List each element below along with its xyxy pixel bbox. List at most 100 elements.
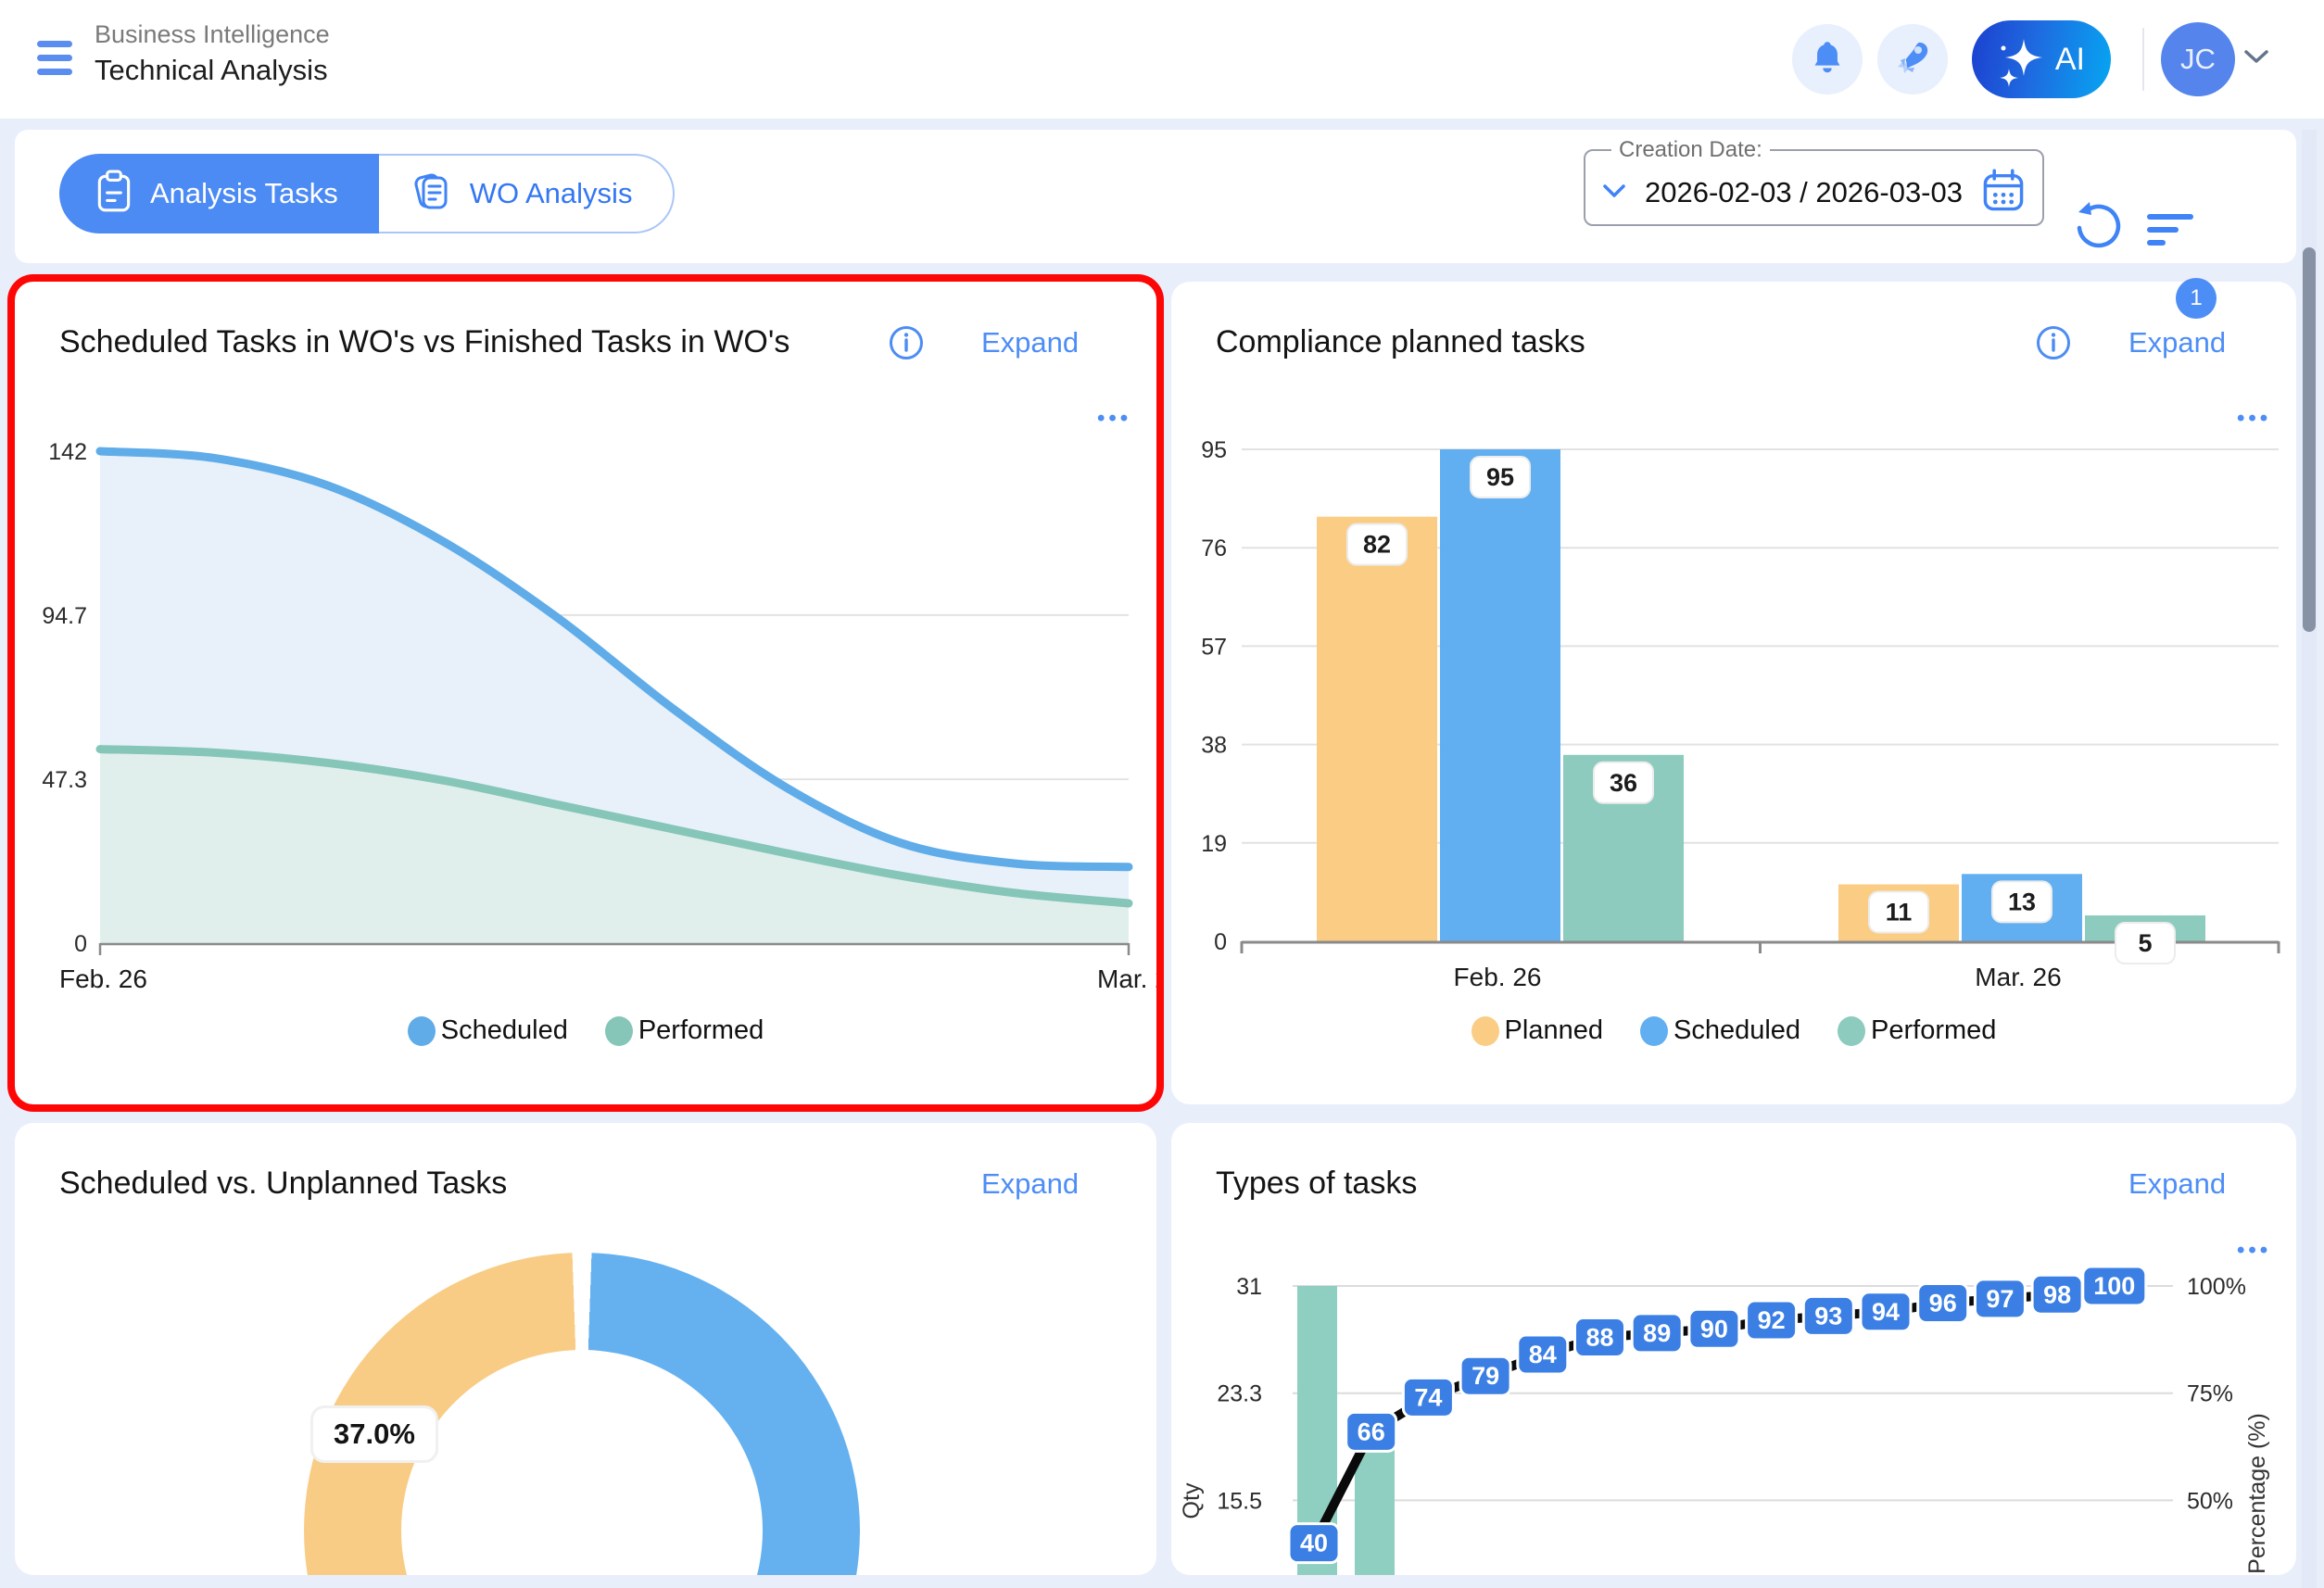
legend-dot-icon	[1640, 1016, 1668, 1046]
svg-text:76: 76	[1201, 536, 1227, 561]
creation-date-value[interactable]: 2026-02-03 / 2026-03-03	[1626, 176, 1981, 209]
svg-text:47.3: 47.3	[42, 767, 87, 793]
chart-legend: Planned Scheduled Performed	[1171, 1015, 2296, 1046]
legend-item[interactable]: Planned	[1471, 1015, 1603, 1046]
pareto-chart: 31100%23.375%15.550%QtyPercentage (%)406…	[1171, 1123, 2296, 1575]
chart-legend: Scheduled Performed	[15, 1015, 1156, 1046]
creation-date-field[interactable]: Creation Date: 2026-02-03 / 2026-03-03	[1584, 137, 2044, 226]
donut-hole	[401, 1350, 763, 1575]
calendar-icon[interactable]	[1981, 168, 2026, 219]
svg-text:95: 95	[1201, 437, 1227, 463]
svg-text:57: 57	[1201, 634, 1227, 660]
refresh-button[interactable]	[2059, 191, 2133, 265]
header-divider	[2142, 28, 2144, 91]
filter-button[interactable]	[2133, 195, 2207, 269]
svg-text:100: 100	[2093, 1272, 2135, 1300]
legend-dot-icon	[1471, 1016, 1499, 1046]
hamburger-menu-icon[interactable]	[37, 41, 74, 78]
page-title: Technical Analysis	[95, 54, 328, 87]
dashboard-page: Business Intelligence Technical Analysis	[0, 0, 2324, 1588]
svg-text:92: 92	[1758, 1306, 1786, 1334]
svg-text:82: 82	[1363, 531, 1391, 559]
svg-text:38: 38	[1201, 733, 1227, 759]
tab-wo-analysis-label: WO Analysis	[470, 177, 633, 210]
scrollbar-thumb[interactable]	[2303, 247, 2316, 632]
svg-text:96: 96	[1929, 1290, 1957, 1317]
svg-text:13: 13	[2008, 888, 2036, 915]
svg-text:89: 89	[1643, 1319, 1671, 1347]
svg-text:11: 11	[1886, 899, 1913, 926]
app-title: Business Intelligence	[95, 20, 330, 49]
sparkle-icon	[1996, 37, 2052, 94]
rocket-icon	[1892, 37, 1933, 82]
filter-count-badge: 1	[2176, 278, 2217, 319]
creation-date-label: Creation Date:	[1611, 137, 1770, 163]
refresh-icon	[2070, 200, 2122, 257]
svg-text:Mar. 26: Mar. 26	[1975, 963, 2061, 991]
card-compliance-planned-tasks: Compliance planned tasks Expand ••• 0193…	[1171, 282, 2296, 1104]
area-chart: 0 47.3 94.7 142 Feb. 26 Mar. 26	[15, 282, 1156, 1004]
legend-label: Performed	[1871, 1015, 1996, 1046]
legend-item[interactable]: Scheduled	[408, 1015, 568, 1046]
svg-text:23.3: 23.3	[1217, 1381, 1262, 1407]
card-scheduled-vs-finished: Scheduled Tasks in WO's vs Finished Task…	[15, 282, 1156, 1104]
svg-text:66: 66	[1358, 1418, 1385, 1445]
legend-dot-icon	[605, 1016, 633, 1046]
launcher-button[interactable]	[1877, 24, 1948, 95]
filter-lines-icon	[2144, 208, 2196, 257]
legend-dot-icon	[1838, 1016, 1865, 1046]
clipboard-icon	[95, 170, 133, 219]
svg-text:0: 0	[1214, 929, 1227, 955]
svg-text:0: 0	[74, 931, 87, 957]
notifications-button[interactable]	[1792, 24, 1863, 95]
svg-text:100%: 100%	[2187, 1274, 2246, 1300]
expand-button[interactable]: Expand	[981, 1167, 1079, 1201]
card-title: Scheduled vs. Unplanned Tasks	[59, 1166, 507, 1202]
svg-text:Feb. 26: Feb. 26	[59, 964, 147, 993]
legend-item[interactable]: Scheduled	[1640, 1015, 1800, 1046]
card-types-of-tasks: Types of tasks Expand ••• 31100%23.375%1…	[1171, 1123, 2296, 1575]
legend-label: Scheduled	[1674, 1015, 1800, 1046]
tab-analysis-tasks[interactable]: Analysis Tasks	[59, 154, 379, 233]
card-scheduled-vs-unplanned: Scheduled vs. Unplanned Tasks Expand 37.…	[15, 1123, 1156, 1575]
legend-label: Scheduled	[441, 1015, 568, 1046]
svg-text:84: 84	[1529, 1341, 1557, 1368]
legend-label: Performed	[638, 1015, 764, 1046]
avatar[interactable]: JC	[2161, 22, 2235, 96]
chevron-down-icon[interactable]	[1602, 183, 1626, 203]
work-order-icon	[410, 170, 453, 219]
ai-assistant-button[interactable]: AI	[1972, 20, 2111, 98]
svg-text:50%: 50%	[2187, 1488, 2233, 1514]
svg-text:79: 79	[1471, 1362, 1499, 1390]
tab-wo-analysis[interactable]: WO Analysis	[379, 154, 676, 233]
top-header: Business Intelligence Technical Analysis	[0, 0, 2324, 119]
svg-text:Percentage (%): Percentage (%)	[2244, 1413, 2270, 1574]
legend-dot-icon	[408, 1016, 436, 1046]
svg-text:94: 94	[1872, 1298, 1900, 1326]
svg-text:94.7: 94.7	[42, 603, 87, 629]
svg-text:97: 97	[1986, 1285, 2014, 1313]
svg-text:90: 90	[1700, 1315, 1728, 1342]
svg-text:98: 98	[2043, 1280, 2071, 1308]
legend-item[interactable]: Performed	[605, 1015, 764, 1046]
svg-text:5: 5	[2138, 929, 2152, 957]
svg-text:15.5: 15.5	[1217, 1488, 1262, 1514]
svg-text:Mar. 26: Mar. 26	[1097, 964, 1156, 993]
tab-analysis-tasks-label: Analysis Tasks	[150, 177, 338, 210]
svg-text:93: 93	[1814, 1302, 1842, 1330]
chevron-down-icon[interactable]	[2242, 48, 2270, 69]
filter-toolbar: Analysis Tasks WO Analysis Creation Date…	[15, 130, 2296, 263]
legend-label: Planned	[1505, 1015, 1603, 1046]
svg-text:74: 74	[1414, 1383, 1442, 1411]
svg-text:75%: 75%	[2187, 1381, 2233, 1407]
view-tabs: Analysis Tasks WO Analysis	[59, 154, 675, 233]
svg-text:Qty: Qty	[1179, 1482, 1205, 1519]
svg-text:40: 40	[1300, 1530, 1328, 1557]
svg-text:142: 142	[48, 439, 87, 465]
donut-slice-label: 37.0%	[313, 1408, 436, 1460]
avatar-initials: JC	[2180, 43, 2216, 76]
svg-text:19: 19	[1201, 831, 1227, 857]
ai-button-label: AI	[2055, 42, 2085, 78]
svg-text:36: 36	[1610, 769, 1637, 797]
legend-item[interactable]: Performed	[1838, 1015, 1996, 1046]
